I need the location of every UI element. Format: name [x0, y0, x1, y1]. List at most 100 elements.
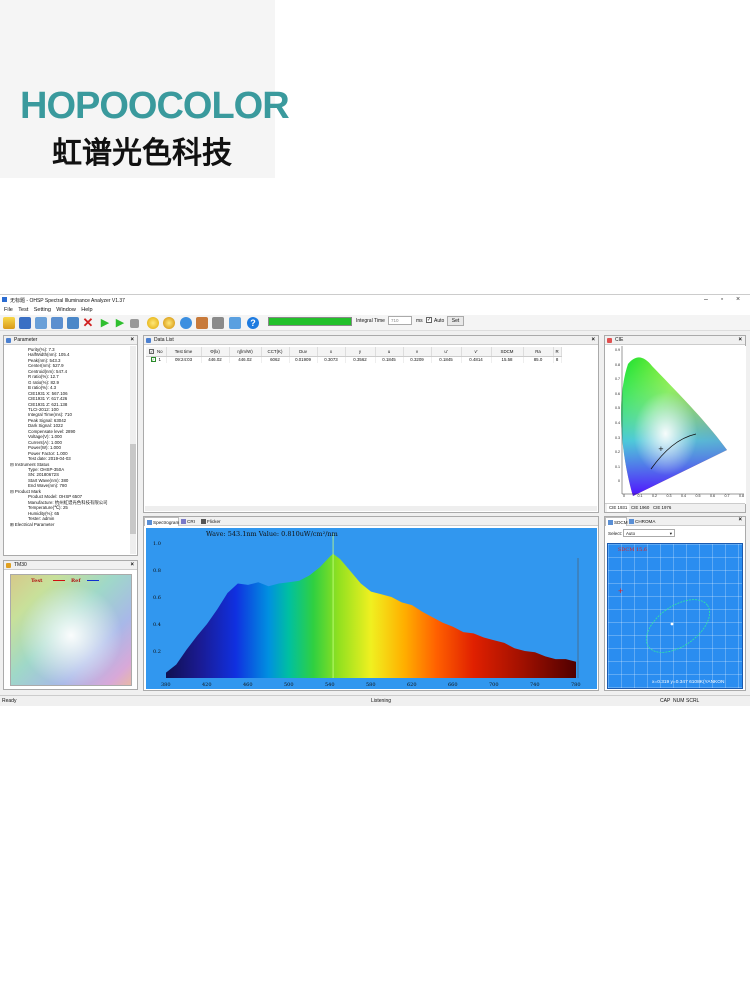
sdcm-ellipse [645, 599, 711, 653]
tab-cri[interactable]: CRI [179, 517, 199, 526]
stop-icon[interactable] [130, 319, 139, 328]
spectrum-area [166, 553, 576, 678]
report-icon[interactable] [67, 317, 79, 329]
print-icon[interactable] [51, 317, 63, 329]
column-header[interactable]: x [317, 347, 346, 357]
menu-help[interactable]: Help [81, 306, 92, 315]
integral-time-input[interactable]: 710 [388, 316, 412, 325]
column-header[interactable]: u' [431, 347, 462, 357]
scrollbar-thumb[interactable] [130, 444, 136, 534]
edit-icon[interactable] [196, 317, 208, 329]
row-checkbox[interactable]: ✓ [150, 357, 156, 363]
open-icon[interactable] [3, 317, 15, 329]
close-icon[interactable]: × [738, 517, 742, 523]
close-icon[interactable]: × [738, 336, 742, 345]
play-icon[interactable]: ▶ [99, 317, 111, 329]
table-cell: 0.3073 [317, 356, 346, 363]
legend-ref: Ref [71, 578, 81, 584]
menu-window[interactable]: Window [56, 306, 76, 315]
legend-test-line [53, 580, 65, 581]
close-icon[interactable]: × [130, 336, 134, 345]
save-icon[interactable] [19, 317, 31, 329]
select-all-checkbox[interactable]: ✓ [148, 348, 154, 354]
close-icon[interactable]: × [130, 561, 134, 570]
legend-ref-line [87, 580, 99, 581]
x-tick-label: 460 [243, 682, 253, 688]
spectrogram-panel: Spectrogram CRI Flicker 1.0 0.8 0.6 0.4 0.2 3… [143, 516, 599, 691]
column-header[interactable]: Ra [523, 347, 554, 357]
refresh-icon[interactable] [180, 317, 192, 329]
tab-chroma[interactable]: CHROMA [627, 517, 659, 526]
column-header[interactable]: SDCM [491, 347, 524, 357]
tab-cie1976[interactable]: CIE 1976 [651, 504, 673, 512]
data-list-hscroll[interactable] [145, 506, 597, 511]
column-header[interactable]: u [375, 347, 404, 357]
spectrogram-plot-area[interactable]: 1.0 0.8 0.6 0.4 0.2 380 420 460 500 540 580 620 660 7… [146, 528, 597, 689]
cie-point-marker: + [658, 445, 664, 453]
column-header[interactable]: η(lm/W) [229, 347, 262, 357]
menu-bar: File Test Setting Window Help [0, 306, 750, 315]
close-window-button[interactable]: × [732, 296, 744, 305]
select-dropdown[interactable]: Auto ▾ [623, 529, 675, 537]
cie-x-tick: 0.5 [695, 494, 701, 498]
sdcm-coordinates: x=0.319 y=0.347 6108K(YANKON [652, 680, 725, 685]
play-continuous-icon[interactable]: ▶ [114, 317, 126, 329]
tab-cie1960[interactable]: CIE 1960 [629, 504, 651, 512]
cie-panel-header: CIE × [605, 336, 745, 345]
export-icon[interactable] [35, 317, 47, 329]
column-header[interactable]: R [553, 347, 562, 357]
column-header[interactable]: Duv [289, 347, 318, 357]
cie-x-tick: 0.7 [724, 494, 730, 498]
close-icon[interactable]: × [591, 336, 595, 345]
tab-flicker[interactable]: Flicker [199, 517, 224, 526]
column-header[interactable]: v [403, 347, 432, 357]
column-header[interactable]: CCT(K) [261, 347, 290, 357]
table-cell: 0.3209 [403, 356, 432, 363]
zoom-icon[interactable] [229, 317, 241, 329]
cie-panel: CIE × + 0 0.1 0.2 0.3 0.4 0.5 0.6 0.7 0.… [604, 335, 746, 513]
x-tick-label: 660 [448, 682, 458, 688]
tab-spectrogram[interactable]: Spectrogram [144, 517, 179, 526]
menu-test[interactable]: Test [18, 306, 28, 315]
menu-setting[interactable]: Setting [34, 306, 51, 315]
column-header[interactable]: v' [461, 347, 492, 357]
data-table: ✓ No Test time Φ(lx) η(lm/W) CCT(K) Duv x y u v u' v… [146, 347, 562, 363]
tab-cie1931[interactable]: CIE 1931 [607, 504, 630, 512]
integral-time-unit: ms [416, 318, 423, 324]
parameter-tree[interactable]: Purity(%): 7.3 HalfWidth(nm): 105.4 Peak(n… [8, 347, 130, 527]
minimize-button[interactable]: – [700, 296, 712, 305]
auto-checkbox[interactable]: ✓ [426, 317, 432, 323]
column-header[interactable]: y [345, 347, 376, 357]
parameter-scrollbar[interactable] [130, 346, 136, 554]
column-header[interactable]: ✓ No [146, 347, 167, 357]
maximize-button[interactable]: ▫ [716, 296, 728, 305]
tab-sdcm[interactable]: SDCM [605, 517, 628, 526]
app-window: 无标题 - OHSP Spectral Illuminance Analyzer… [0, 294, 750, 706]
data-list-title: Data List [154, 337, 174, 343]
menu-file[interactable]: File [4, 306, 13, 315]
set-button[interactable]: Set [447, 316, 464, 326]
x-tick-label: 580 [366, 682, 376, 688]
parameter-group[interactable]: ⊞ Electrical Parameter [8, 522, 130, 527]
help-icon[interactable]: ? [247, 317, 259, 329]
delete-icon[interactable]: ✕ [82, 316, 94, 329]
cie-x-tick: 0.1 [637, 494, 643, 498]
bulb-icon[interactable] [147, 317, 159, 329]
cie-tabs: CIE 1931 CIE 1960 CIE 1976 [605, 503, 745, 512]
column-header[interactable]: Test time [166, 347, 202, 357]
x-tick-label: 700 [489, 682, 499, 688]
settings-icon[interactable] [212, 317, 224, 329]
x-tick-label: 780 [571, 682, 581, 688]
table-cell: 0.1845 [431, 356, 462, 363]
column-header[interactable]: Φ(lx) [201, 347, 230, 357]
sdcm-plot[interactable]: SDCM 15.6 + x=0.319 y=0.347 6108K(YANKON [607, 543, 743, 689]
window-title: 无标题 - OHSP Spectral Illuminance Analyzer… [10, 298, 125, 304]
spectrum-tabs: Spectrogram CRI Flicker [144, 517, 598, 526]
calibrate-icon[interactable] [163, 317, 175, 329]
x-tick-label: 420 [202, 682, 212, 688]
table-header-row: ✓ No Test time Φ(lx) η(lm/W) CCT(K) Duv x y u v u' v… [146, 347, 562, 357]
chevron-down-icon: ▾ [669, 531, 672, 536]
data-list-header: Data List × [144, 336, 598, 345]
cie-y-tick: 0.1 [615, 464, 620, 469]
table-row[interactable]: ✓ 1 09:24:03 446.02 446.02 6062 0.01909 0.3073 0… [146, 356, 562, 363]
